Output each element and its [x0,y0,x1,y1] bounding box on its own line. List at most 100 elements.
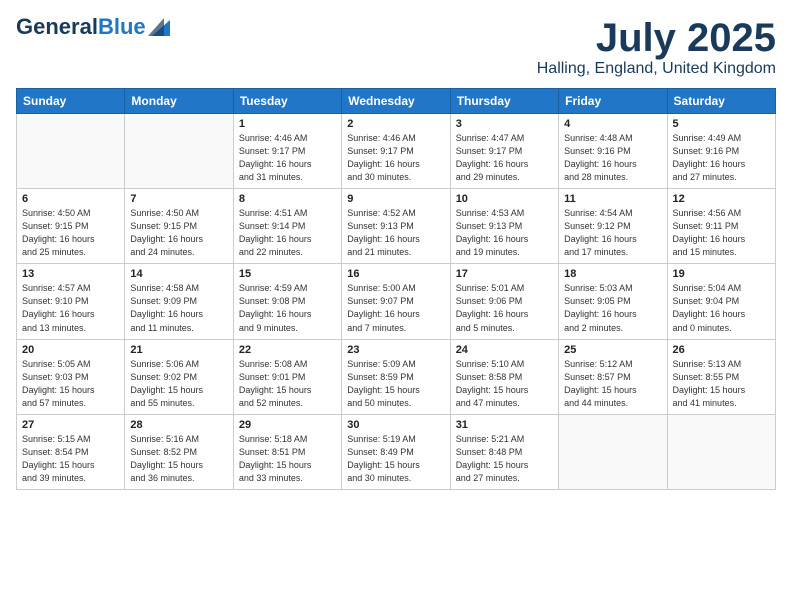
day-detail: Sunrise: 4:47 AM Sunset: 9:17 PM Dayligh… [456,132,553,184]
day-number: 9 [347,193,444,205]
calendar-day-cell: 16Sunrise: 5:00 AM Sunset: 9:07 PM Dayli… [342,264,450,339]
day-detail: Sunrise: 5:18 AM Sunset: 8:51 PM Dayligh… [239,433,336,485]
calendar-day-cell: 10 Sunrise: 4:53 AM Sunset: 9:13 PM Dayli… [450,189,558,264]
day-number: 20 [22,344,119,356]
day-number: 8 [239,193,336,205]
calendar-day-cell: 5 Sunrise: 4:49 AM Sunset: 9:16 PM Daylig… [667,114,775,189]
day-detail: Sunrise: 4:49 AM Sunset: 9:16 PM Dayligh… [673,132,770,184]
day-detail: Sunrise: 4:54 AM Sunset: 9:12 PM Dayligh… [564,207,661,259]
weekday-header: Tuesday [233,89,341,114]
day-number: 16 [347,268,444,280]
day-number: 18 [564,268,661,280]
day-number: 5 [673,118,770,130]
calendar-day-cell: 21Sunrise: 5:06 AM Sunset: 9:02 PM Dayli… [125,339,233,414]
title-block: July 2025 Halling, England, United Kingd… [537,16,776,78]
calendar-table: SundayMondayTuesdayWednesdayThursdayFrid… [16,88,776,490]
day-detail: Sunrise: 4:50 AM Sunset: 9:15 PM Dayligh… [130,207,227,259]
calendar-day-cell: 30 Sunrise: 5:19 AM Sunset: 8:49 PM Dayli… [342,414,450,489]
calendar-week-row: 1 Sunrise: 4:46 AM Sunset: 9:17 PM Daylig… [17,114,776,189]
calendar-day-cell: 13 Sunrise: 4:57 AM Sunset: 9:10 PM Dayli… [17,264,125,339]
day-number: 31 [456,419,553,431]
calendar-day-cell: 22Sunrise: 5:08 AM Sunset: 9:01 PM Dayli… [233,339,341,414]
day-number: 12 [673,193,770,205]
calendar-day-cell: 4 Sunrise: 4:48 AM Sunset: 9:16 PM Daylig… [559,114,667,189]
day-number: 14 [130,268,227,280]
calendar-day-cell: 14 Sunrise: 4:58 AM Sunset: 9:09 PM Dayli… [125,264,233,339]
day-number: 23 [347,344,444,356]
weekday-header: Monday [125,89,233,114]
day-number: 25 [564,344,661,356]
day-detail: Sunrise: 4:50 AM Sunset: 9:15 PM Dayligh… [22,207,119,259]
day-detail: Sunrise: 4:46 AM Sunset: 9:17 PM Dayligh… [347,132,444,184]
day-number: 15 [239,268,336,280]
day-number: 29 [239,419,336,431]
day-detail: Sunrise: 5:09 AM Sunset: 8:59 PM Dayligh… [347,358,444,410]
calendar-day-cell: 19 Sunrise: 5:04 AM Sunset: 9:04 PM Dayli… [667,264,775,339]
weekday-header-row: SundayMondayTuesdayWednesdayThursdayFrid… [17,89,776,114]
calendar-day-cell: 23 Sunrise: 5:09 AM Sunset: 8:59 PM Dayli… [342,339,450,414]
calendar-day-cell: 26Sunrise: 5:13 AM Sunset: 8:55 PM Dayli… [667,339,775,414]
logo-text: GeneralBlue [16,16,146,38]
day-detail: Sunrise: 5:12 AM Sunset: 8:57 PM Dayligh… [564,358,661,410]
calendar-week-row: 6 Sunrise: 4:50 AM Sunset: 9:15 PM Daylig… [17,189,776,264]
calendar-day-cell: 28 Sunrise: 5:16 AM Sunset: 8:52 PM Dayli… [125,414,233,489]
calendar-day-cell: 12 Sunrise: 4:56 AM Sunset: 9:11 PM Dayli… [667,189,775,264]
calendar-day-cell: 3 Sunrise: 4:47 AM Sunset: 9:17 PM Daylig… [450,114,558,189]
calendar-day-cell: 20 Sunrise: 5:05 AM Sunset: 9:03 PM Dayli… [17,339,125,414]
day-detail: Sunrise: 5:16 AM Sunset: 8:52 PM Dayligh… [130,433,227,485]
calendar-week-row: 27Sunrise: 5:15 AM Sunset: 8:54 PM Dayli… [17,414,776,489]
day-number: 19 [673,268,770,280]
weekday-header: Wednesday [342,89,450,114]
day-number: 24 [456,344,553,356]
day-number: 6 [22,193,119,205]
day-detail: Sunrise: 5:15 AM Sunset: 8:54 PM Dayligh… [22,433,119,485]
day-detail: Sunrise: 4:48 AM Sunset: 9:16 PM Dayligh… [564,132,661,184]
day-detail: Sunrise: 5:10 AM Sunset: 8:58 PM Dayligh… [456,358,553,410]
day-number: 30 [347,419,444,431]
day-number: 7 [130,193,227,205]
calendar-day-cell: 31 Sunrise: 5:21 AM Sunset: 8:48 PM Dayli… [450,414,558,489]
day-detail: Sunrise: 4:53 AM Sunset: 9:13 PM Dayligh… [456,207,553,259]
day-detail: Sunrise: 5:01 AM Sunset: 9:06 PM Dayligh… [456,282,553,334]
day-detail: Sunrise: 5:05 AM Sunset: 9:03 PM Dayligh… [22,358,119,410]
weekday-header: Sunday [17,89,125,114]
calendar-day-cell: 2 Sunrise: 4:46 AM Sunset: 9:17 PM Daylig… [342,114,450,189]
day-detail: Sunrise: 4:57 AM Sunset: 9:10 PM Dayligh… [22,282,119,334]
day-number: 28 [130,419,227,431]
day-number: 10 [456,193,553,205]
day-detail: Sunrise: 5:21 AM Sunset: 8:48 PM Dayligh… [456,433,553,485]
logo-icon [148,18,170,36]
day-detail: Sunrise: 5:19 AM Sunset: 8:49 PM Dayligh… [347,433,444,485]
calendar-day-cell: 15 Sunrise: 4:59 AM Sunset: 9:08 PM Dayli… [233,264,341,339]
calendar-day-cell: 1Sunrise: 4:46 AM Sunset: 9:17 PM Daylig… [233,114,341,189]
calendar-day-cell: 7 Sunrise: 4:50 AM Sunset: 9:15 PM Daylig… [125,189,233,264]
day-detail: Sunrise: 4:59 AM Sunset: 9:08 PM Dayligh… [239,282,336,334]
calendar-week-row: 13 Sunrise: 4:57 AM Sunset: 9:10 PM Dayli… [17,264,776,339]
calendar-day-cell: 11 Sunrise: 4:54 AM Sunset: 9:12 PM Dayli… [559,189,667,264]
day-detail: Sunrise: 4:52 AM Sunset: 9:13 PM Dayligh… [347,207,444,259]
day-detail: Sunrise: 5:08 AM Sunset: 9:01 PM Dayligh… [239,358,336,410]
day-number: 13 [22,268,119,280]
calendar-day-cell: 25 Sunrise: 5:12 AM Sunset: 8:57 PM Dayli… [559,339,667,414]
day-number: 2 [347,118,444,130]
day-number: 26 [673,344,770,356]
day-detail: Sunrise: 4:58 AM Sunset: 9:09 PM Dayligh… [130,282,227,334]
calendar-day-cell: 27Sunrise: 5:15 AM Sunset: 8:54 PM Dayli… [17,414,125,489]
weekday-header: Thursday [450,89,558,114]
day-number: 3 [456,118,553,130]
weekday-header: Friday [559,89,667,114]
day-number: 1 [239,118,336,130]
calendar-day-cell: 29 Sunrise: 5:18 AM Sunset: 8:51 PM Dayli… [233,414,341,489]
calendar-day-cell [17,114,125,189]
weekday-header: Saturday [667,89,775,114]
calendar-week-row: 20 Sunrise: 5:05 AM Sunset: 9:03 PM Dayli… [17,339,776,414]
day-detail: Sunrise: 4:56 AM Sunset: 9:11 PM Dayligh… [673,207,770,259]
calendar-day-cell: 8Sunrise: 4:51 AM Sunset: 9:14 PM Daylig… [233,189,341,264]
calendar-day-cell: 17Sunrise: 5:01 AM Sunset: 9:06 PM Dayli… [450,264,558,339]
calendar-day-cell: 18Sunrise: 5:03 AM Sunset: 9:05 PM Dayli… [559,264,667,339]
day-number: 11 [564,193,661,205]
location-subtitle: Halling, England, United Kingdom [537,60,776,78]
day-number: 4 [564,118,661,130]
day-detail: Sunrise: 5:06 AM Sunset: 9:02 PM Dayligh… [130,358,227,410]
day-detail: Sunrise: 5:04 AM Sunset: 9:04 PM Dayligh… [673,282,770,334]
